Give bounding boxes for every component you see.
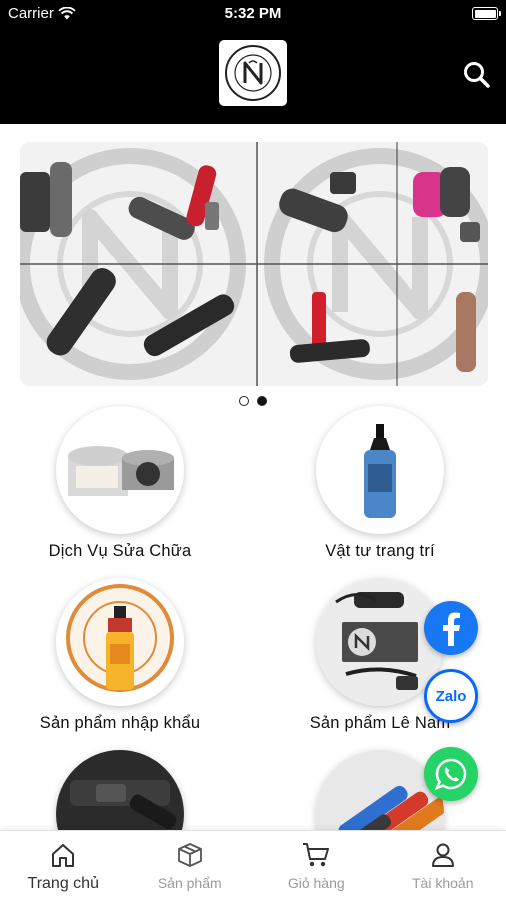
brand-logo[interactable] <box>219 40 287 106</box>
search-button[interactable] <box>462 60 492 90</box>
category-image <box>56 578 184 706</box>
nav-account[interactable]: Tài khoản <box>380 831 506 900</box>
banner-image <box>20 142 488 386</box>
banner-pager <box>0 396 506 406</box>
category-decor-supplies[interactable]: Vật tư trang trí <box>260 406 500 576</box>
category-label: Dịch Vụ Sửa Chữa <box>48 542 192 560</box>
user-icon <box>431 843 454 867</box>
whatsapp-icon <box>434 758 467 791</box>
home-icon <box>52 844 75 867</box>
logo-seal-icon <box>225 45 281 101</box>
category-label: Sản phẩm nhập khẩu <box>39 714 201 732</box>
bottom-navigation: Trang chủ Sản phẩm Giỏ hàng Tài khoản <box>0 830 506 900</box>
nav-label: Tài khoản <box>412 875 474 891</box>
search-icon <box>464 62 490 88</box>
category-label: Vật tư trang trí <box>325 542 435 560</box>
nav-label: Giỏ hàng <box>287 875 345 891</box>
category-image <box>316 406 444 534</box>
facebook-icon <box>428 605 474 651</box>
box-icon <box>177 843 202 867</box>
banner-carousel[interactable] <box>20 142 488 386</box>
app-header: Carrier 5:32 PM <box>0 0 506 124</box>
battery-icon <box>472 7 501 20</box>
status-bar: Carrier 5:32 PM <box>0 0 506 28</box>
category-imported-products[interactable]: Sản phẩm nhập khẩu <box>0 578 240 748</box>
nav-home[interactable]: Trang chủ <box>0 831 127 900</box>
pager-dot-active[interactable] <box>257 396 267 406</box>
nav-cart[interactable]: Giỏ hàng <box>253 831 380 900</box>
facebook-button[interactable] <box>424 601 478 655</box>
whatsapp-button[interactable] <box>424 747 478 801</box>
nav-label: Trang chủ <box>27 875 99 892</box>
nav-label: Sản phẩm <box>157 875 222 891</box>
category-repair-service[interactable]: Dịch Vụ Sửa Chữa <box>0 406 240 576</box>
category-image <box>56 406 184 534</box>
pager-dot[interactable] <box>239 396 249 406</box>
zalo-button[interactable]: Zalo <box>424 669 478 723</box>
zalo-label: Zalo <box>435 687 467 705</box>
cart-icon <box>303 843 330 867</box>
status-time: 5:32 PM <box>224 5 282 22</box>
nav-products[interactable]: Sản phẩm <box>127 831 254 900</box>
